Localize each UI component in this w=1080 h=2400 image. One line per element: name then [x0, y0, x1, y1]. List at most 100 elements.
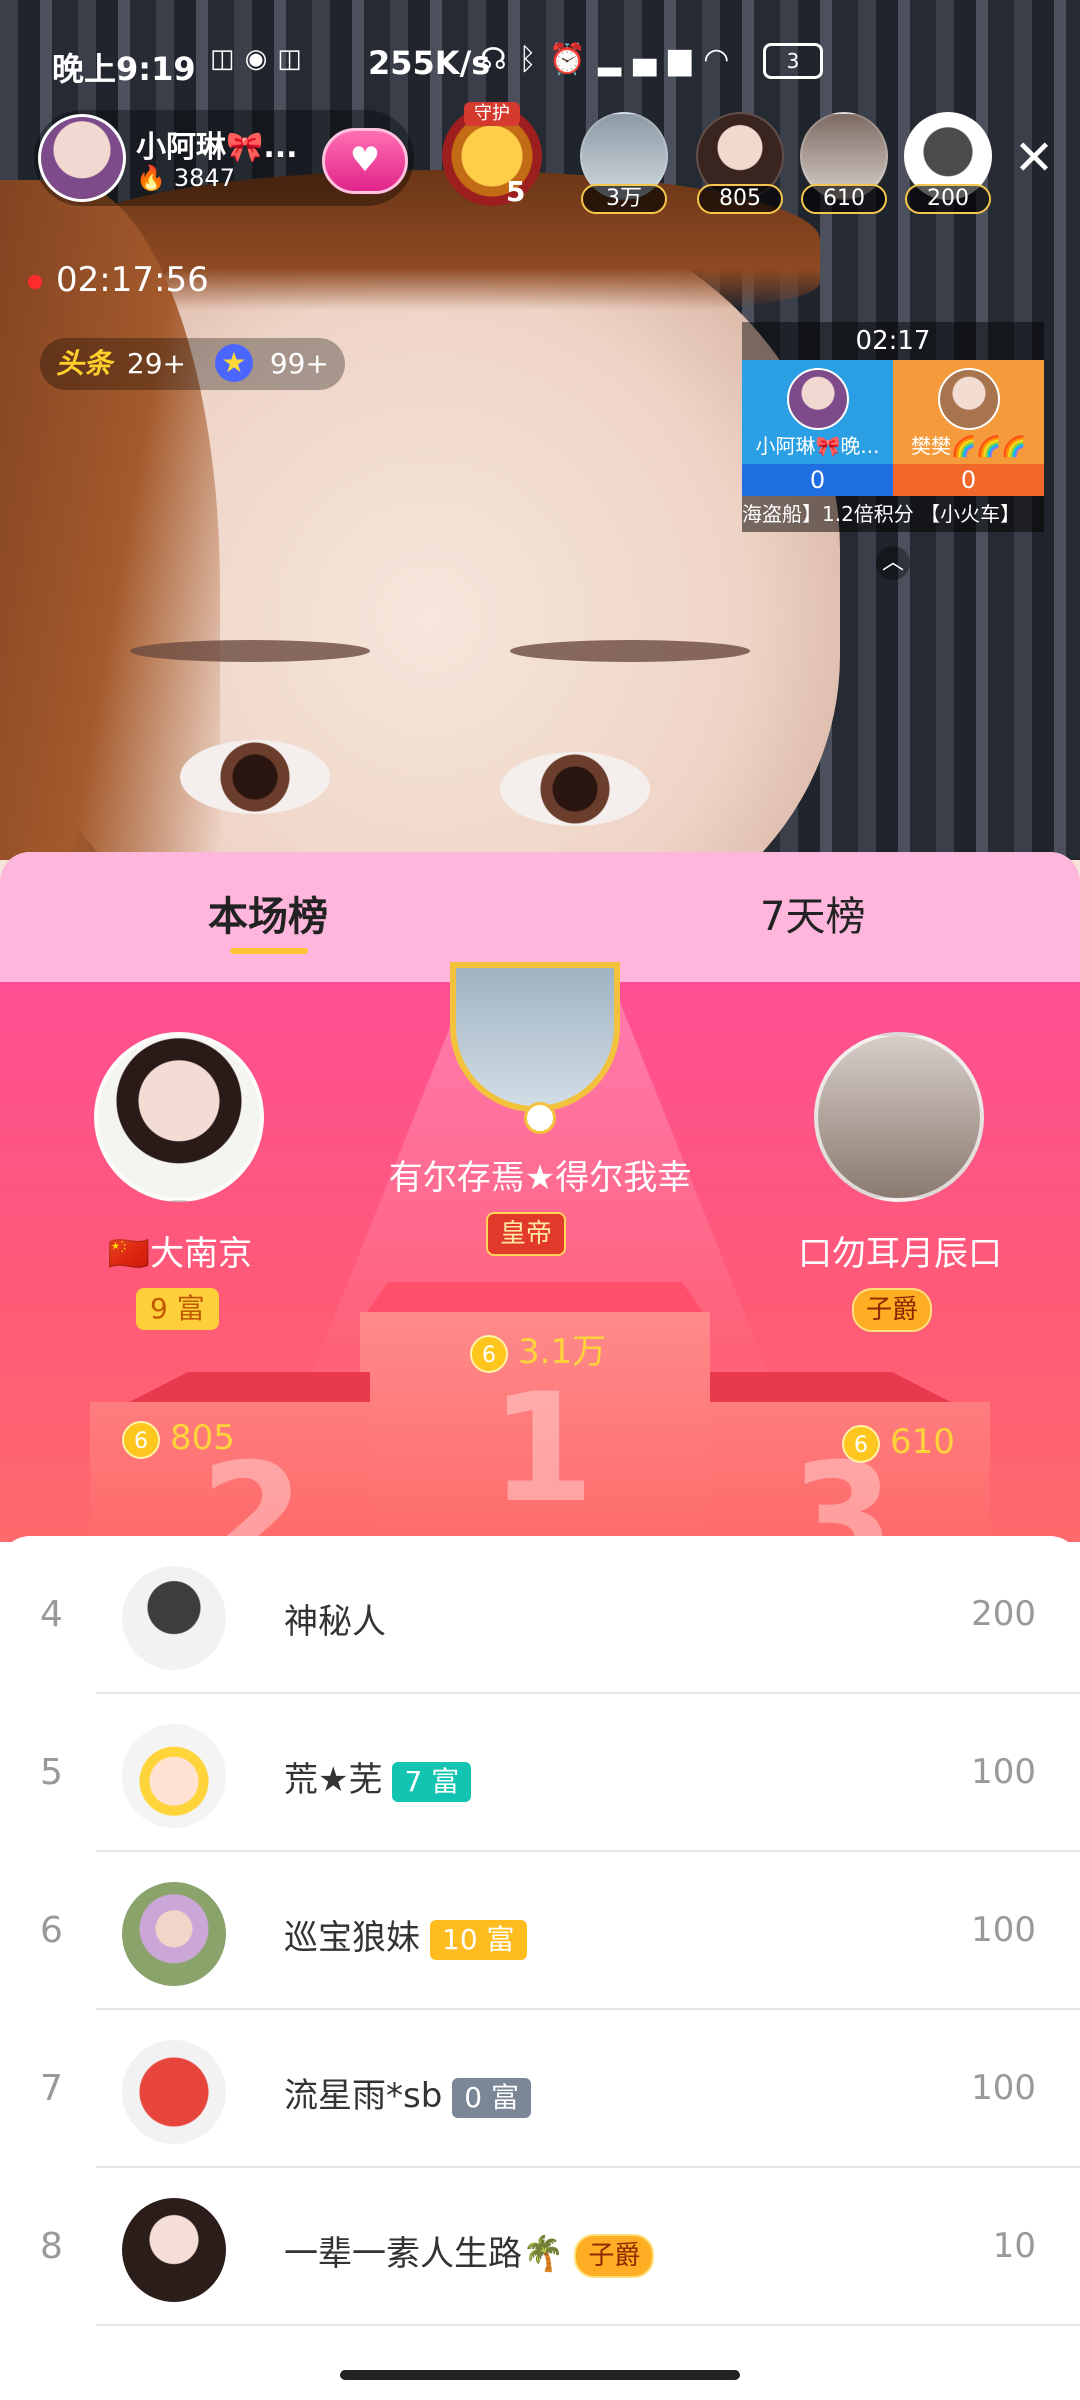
contribution-value: 100 — [971, 2068, 1036, 2108]
second-avatar[interactable] — [94, 1032, 264, 1202]
tab-this-show[interactable]: 本场榜 — [208, 884, 328, 942]
pk-scores: 0 0 — [742, 464, 1044, 496]
viewer-avatar[interactable]: 3万 — [578, 112, 670, 214]
rank-number: 6 — [40, 1910, 63, 1951]
third-name[interactable]: 口勿耳月辰口 — [780, 1226, 1020, 1275]
rank-number: 4 — [40, 1594, 63, 1635]
eye-right — [500, 752, 650, 826]
pk-right-name: 樊樊🌈🌈🌈 — [911, 434, 1026, 458]
pk-left[interactable]: 小阿琳🎀晚... — [742, 360, 893, 464]
list-item[interactable]: 7 流星雨*sb 0 富 100 — [0, 2010, 1080, 2168]
tab-indicator — [230, 948, 308, 954]
home-indicator[interactable] — [340, 2370, 740, 2380]
list-item[interactable]: 8 一辈一素人生路🌴 子爵 10 — [0, 2168, 1080, 2326]
podium-number-1: 1 — [490, 1362, 595, 1536]
first-title-badge: 皇帝 — [486, 1212, 567, 1256]
pk-row: 小阿琳🎀晚... 樊樊🌈🌈🌈 — [742, 360, 1044, 464]
pk-timer: 02:17 — [742, 322, 1044, 360]
signal-icon: ▂▄▆ — [598, 42, 704, 77]
host-avatar[interactable] — [38, 114, 126, 202]
headline-count: 29+ — [126, 347, 187, 380]
divider — [96, 2324, 1080, 2326]
battery-icon: 3 — [762, 42, 823, 79]
list-item[interactable]: 5 荒★芜 7 富 100 — [0, 1694, 1080, 1852]
status-time: 晚上9:19 — [52, 50, 196, 88]
chevron-up-icon[interactable]: ︿ — [876, 546, 910, 580]
ranking-list: 4 神秘人 200 5 荒★芜 7 富 100 6 巡宝狼妹 10 富 100 7 … — [0, 1536, 1080, 2400]
tab-7-days[interactable]: 7天榜 — [760, 884, 865, 942]
noble-title-badge: 子爵 — [574, 2233, 655, 2278]
first-value: 6 3.1万 — [470, 1324, 606, 1373]
user-name: 巡宝狼妹 10 富 — [284, 1910, 527, 1960]
follow-heart-button[interactable]: ♥ — [322, 128, 408, 194]
live-duration: 02:17:56 — [28, 260, 209, 300]
ranking-sheet: 本场榜 7天榜 有尔存焉★得尔我幸 皇帝 🇨🇳大南京 9 富 口勿耳月辰口 子爵… — [0, 852, 1080, 2400]
avatar[interactable] — [122, 2040, 226, 2144]
pk-right-avatar — [937, 368, 1000, 430]
star-icon: ★ — [214, 344, 253, 382]
bluetooth-icon: ᛒ — [518, 42, 549, 77]
pk-ticker: 海盗船】1.2倍积分 【小火车】 — [742, 496, 1044, 532]
rich-level-badge: 10 富 — [430, 1919, 527, 1960]
viewer-avatar[interactable]: 610 — [798, 112, 890, 214]
pk-left-avatar — [786, 368, 849, 430]
second-rich-badge: 9 富 — [136, 1288, 219, 1330]
headset-icon: ☊ — [480, 42, 519, 77]
podium: 有尔存焉★得尔我幸 皇帝 🇨🇳大南京 9 富 口勿耳月辰口 子爵 1 2 3 6… — [0, 962, 1080, 1606]
status-bar: 晚上9:19 ◫◉◫ 255K/s ☊ᛒ⏰▂▄▆◠ 3 — [0, 30, 1080, 100]
live-dot-icon — [28, 274, 42, 289]
eye-left — [180, 740, 330, 814]
guard-level: 5 — [506, 175, 526, 208]
first-crown-icon — [524, 1102, 556, 1134]
rank-number: 5 — [40, 1752, 63, 1793]
contribution-value: 100 — [971, 1910, 1036, 1950]
rich-level-badge: 7 富 — [392, 1761, 472, 1802]
user-name: 一辈一素人生路🌴 子爵 — [284, 2226, 655, 2278]
second-name[interactable]: 🇨🇳大南京 — [80, 1226, 280, 1275]
star-count: 99+ — [269, 347, 329, 380]
pk-right-score: 0 — [893, 464, 1044, 496]
third-title-badge: 子爵 — [852, 1288, 933, 1332]
third-value: 6 610 — [842, 1422, 955, 1463]
contribution-value: 100 — [971, 1752, 1036, 1792]
brow-right — [510, 640, 750, 662]
avatar[interactable] — [122, 1724, 226, 1828]
pk-left-name: 小阿琳🎀晚... — [755, 434, 880, 458]
coin-icon: 6 — [470, 1334, 508, 1373]
first-name[interactable]: 有尔存焉★得尔我幸 — [380, 1150, 700, 1199]
viewer-count: 610 — [801, 184, 887, 214]
avatar[interactable] — [122, 1566, 226, 1670]
pk-left-score: 0 — [742, 464, 893, 496]
viewer-count: 3万 — [581, 184, 667, 214]
rank-number: 7 — [40, 2068, 63, 2109]
rank-number: 8 — [40, 2226, 63, 2267]
alarm-icon: ⏰ — [548, 42, 599, 77]
viewer-count: 200 — [905, 184, 991, 214]
contribution-value: 200 — [971, 1594, 1036, 1634]
avatar[interactable] — [122, 2198, 226, 2302]
user-name: 荒★芜 7 富 — [284, 1752, 472, 1802]
headline-badges[interactable]: 头条 29+ ★ 99+ — [40, 338, 345, 390]
avatar[interactable] — [122, 1882, 226, 1986]
pk-battle-panel[interactable]: 02:17 小阿琳🎀晚... 樊樊🌈🌈🌈 0 0 海盗船】1.2倍积分 【小火车… — [742, 322, 1044, 532]
coin-icon: 6 — [122, 1420, 160, 1459]
user-name: 神秘人 — [284, 1602, 386, 1642]
list-item[interactable]: 4 神秘人 200 — [0, 1536, 1080, 1694]
wifi-icon: ◠ — [703, 42, 742, 77]
system-icons: ☊ᛒ⏰▂▄▆◠ 3 — [480, 42, 823, 79]
pk-right[interactable]: 樊樊🌈🌈🌈 — [893, 360, 1044, 464]
headline-icon: 头条 — [56, 347, 113, 380]
viewer-count: 805 — [697, 184, 783, 214]
coin-icon: 6 — [842, 1424, 880, 1463]
second-value: 6 805 — [122, 1418, 235, 1459]
close-icon[interactable]: ✕ — [1012, 134, 1056, 182]
viewer-avatar[interactable]: 200 — [902, 112, 994, 214]
host-name: 小阿琳🎀... — [136, 130, 298, 165]
guard-badge[interactable]: 守护 5 — [442, 102, 542, 208]
brow-left — [130, 640, 370, 662]
list-item[interactable]: 6 巡宝狼妹 10 富 100 — [0, 1852, 1080, 2010]
viewer-avatar[interactable]: 805 — [694, 112, 786, 214]
rich-level-badge: 0 富 — [452, 2077, 532, 2118]
contribution-value: 10 — [992, 2226, 1036, 2266]
third-avatar[interactable] — [814, 1032, 984, 1202]
